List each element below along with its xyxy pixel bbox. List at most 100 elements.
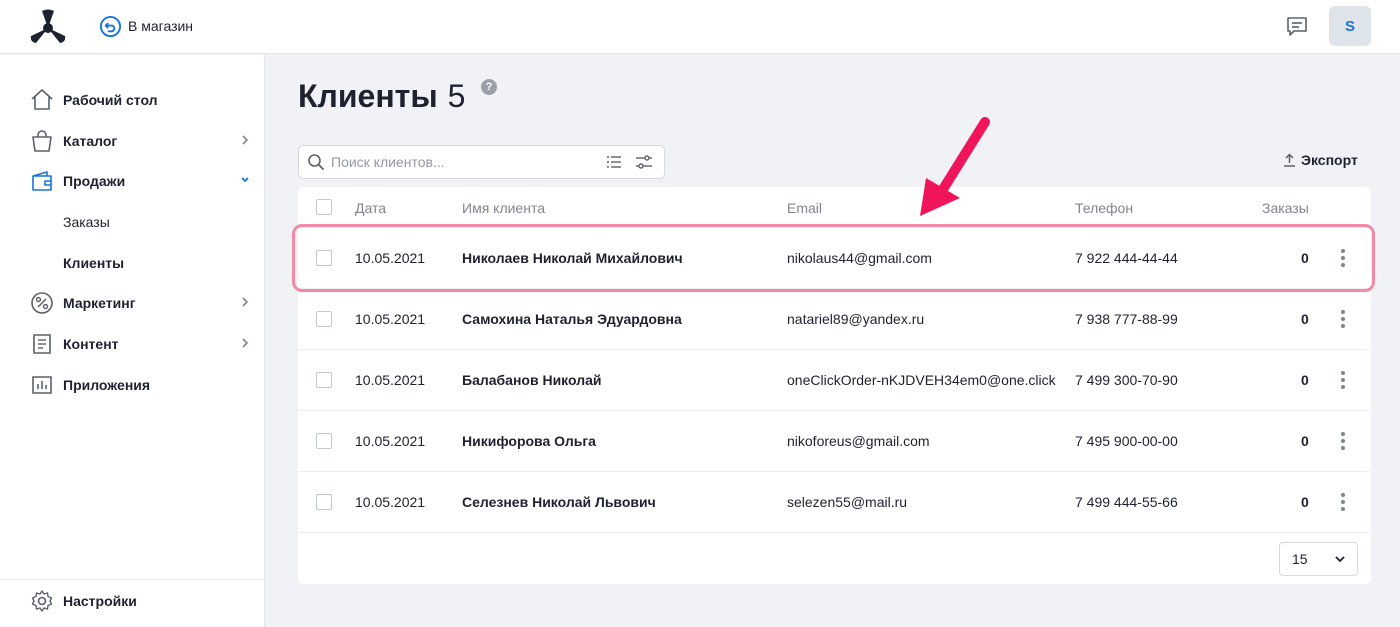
chat-icon[interactable] xyxy=(1285,14,1309,38)
row-date: 10.05.2021 xyxy=(355,311,426,327)
sidebar-item-label: Продажи xyxy=(63,173,126,189)
row-date: 10.05.2021 xyxy=(355,250,426,266)
help-icon[interactable]: ? xyxy=(481,79,497,95)
row-email: oneClickOrder-nKJDVEH34em0@one.click xyxy=(787,372,1056,388)
back-to-store-link[interactable]: В магазин xyxy=(99,14,193,38)
sidebar-item-apps[interactable]: Приложения xyxy=(30,369,262,401)
upload-icon xyxy=(1284,153,1295,167)
page-size-select[interactable]: 15 xyxy=(1279,542,1358,576)
row-orders: 0 xyxy=(1301,494,1309,510)
row-email: selezen55@mail.ru xyxy=(787,494,908,510)
row-phone: 7 499 444-55-66 xyxy=(1075,494,1178,510)
sidebar-item-label: Каталог xyxy=(63,133,118,149)
gear-icon xyxy=(30,589,54,613)
sidebar-item-content[interactable]: Контент xyxy=(30,328,262,360)
top-bar: В магазин S xyxy=(0,0,1400,54)
export-label: Экспорт xyxy=(1301,152,1358,168)
row-checkbox[interactable] xyxy=(316,494,332,510)
chart-icon xyxy=(30,373,54,397)
sidebar-item-sales[interactable]: Продажи xyxy=(30,165,262,197)
sidebar-item-label: Маркетинг xyxy=(63,295,136,311)
row-more-icon[interactable] xyxy=(1338,248,1348,268)
list-view-icon[interactable] xyxy=(606,154,622,170)
chevron-right-icon xyxy=(242,297,249,307)
row-name[interactable]: Никифорова Ольга xyxy=(462,433,596,449)
table-row[interactable]: 10.05.2021 Самохина Наталья Эдуардовна n… xyxy=(298,288,1371,349)
row-name[interactable]: Самохина Наталья Эдуардовна xyxy=(462,311,682,327)
back-arrow-icon xyxy=(99,15,122,37)
table-row[interactable]: 10.05.2021 Селезнев Николай Львович sele… xyxy=(298,471,1371,532)
chevron-right-icon xyxy=(242,135,249,145)
row-phone: 7 499 300-70-90 xyxy=(1075,372,1178,388)
table-footer: 15 xyxy=(298,532,1371,584)
row-orders: 0 xyxy=(1301,250,1309,266)
sidebar-item-label: Приложения xyxy=(63,377,151,393)
row-name[interactable]: Николаев Николай Михайлович xyxy=(462,250,683,266)
column-header-name[interactable]: Имя клиента xyxy=(462,200,545,216)
clients-count: 5 xyxy=(447,78,466,114)
row-email: nikolaus44@gmail.com xyxy=(787,250,932,266)
row-phone: 7 922 444-44-44 xyxy=(1075,250,1178,266)
search-input[interactable] xyxy=(331,154,591,170)
sidebar-item-catalog[interactable]: Каталог xyxy=(30,125,262,157)
row-checkbox[interactable] xyxy=(316,250,332,266)
sidebar: Рабочий стол Каталог Продажи Заказы Клие… xyxy=(0,55,265,627)
sidebar-item-settings[interactable]: Настройки xyxy=(30,585,262,617)
row-date: 10.05.2021 xyxy=(355,372,426,388)
sidebar-item-marketing[interactable]: Маркетинг xyxy=(30,287,262,319)
row-checkbox[interactable] xyxy=(316,311,332,327)
row-checkbox[interactable] xyxy=(316,433,332,449)
chevron-down-icon xyxy=(241,177,249,183)
percent-icon xyxy=(30,291,54,315)
sidebar-subitem-clients[interactable]: Клиенты xyxy=(63,248,124,278)
page-size-value: 15 xyxy=(1292,551,1308,567)
row-more-icon[interactable] xyxy=(1338,431,1348,451)
row-more-icon[interactable] xyxy=(1338,492,1348,512)
row-more-icon[interactable] xyxy=(1338,309,1348,329)
row-orders: 0 xyxy=(1301,311,1309,327)
row-checkbox[interactable] xyxy=(316,372,332,388)
document-icon xyxy=(30,332,54,356)
row-phone: 7 938 777-88-99 xyxy=(1075,311,1178,327)
row-date: 10.05.2021 xyxy=(355,433,426,449)
row-phone: 7 495 900-00-00 xyxy=(1075,433,1178,449)
row-name[interactable]: Селезнев Николай Львович xyxy=(462,494,656,510)
wallet-icon xyxy=(30,169,54,193)
settings-label: Настройки xyxy=(63,593,137,609)
row-date: 10.05.2021 xyxy=(355,494,426,510)
row-email: nikoforeus@gmail.com xyxy=(787,433,930,449)
column-header-orders[interactable]: Заказы xyxy=(1262,200,1309,216)
column-header-phone[interactable]: Телефон xyxy=(1075,200,1133,216)
search-box xyxy=(298,145,665,179)
back-to-store-label: В магазин xyxy=(128,18,194,34)
filter-icon[interactable] xyxy=(635,154,653,170)
table-row[interactable]: 10.05.2021 Николаев Николай Михайлович n… xyxy=(298,227,1371,288)
column-header-date[interactable]: Дата xyxy=(355,200,386,216)
logo-icon[interactable] xyxy=(28,8,68,44)
page-title-text: Клиенты xyxy=(298,78,438,114)
select-all-checkbox[interactable] xyxy=(316,199,332,215)
row-email: natariel89@yandex.ru xyxy=(787,311,925,327)
home-icon xyxy=(30,88,54,112)
search-icon xyxy=(308,154,324,170)
page-title: Клиенты 5 xyxy=(298,78,465,115)
row-orders: 0 xyxy=(1301,372,1309,388)
sidebar-item-dashboard[interactable]: Рабочий стол xyxy=(30,84,262,116)
user-avatar[interactable]: S xyxy=(1329,6,1371,46)
bag-icon xyxy=(30,129,54,153)
row-more-icon[interactable] xyxy=(1338,370,1348,390)
sidebar-item-label: Рабочий стол xyxy=(63,92,158,108)
table-row[interactable]: 10.05.2021 Никифорова Ольга nikoforeus@g… xyxy=(298,410,1371,471)
column-header-email[interactable]: Email xyxy=(787,200,822,216)
table-header: Дата Имя клиента Email Телефон Заказы xyxy=(298,187,1371,227)
sidebar-item-label: Контент xyxy=(63,336,119,352)
row-orders: 0 xyxy=(1301,433,1309,449)
row-name[interactable]: Балабанов Николай xyxy=(462,372,602,388)
clients-table: Дата Имя клиента Email Телефон Заказы 10… xyxy=(298,187,1371,584)
chevron-right-icon xyxy=(242,338,249,348)
sidebar-divider xyxy=(0,579,264,580)
chevron-down-icon xyxy=(1335,555,1345,562)
sidebar-subitem-orders[interactable]: Заказы xyxy=(63,207,110,237)
export-button[interactable]: Экспорт xyxy=(1283,152,1358,168)
table-row[interactable]: 10.05.2021 Балабанов Николай oneClickOrd… xyxy=(298,349,1371,410)
